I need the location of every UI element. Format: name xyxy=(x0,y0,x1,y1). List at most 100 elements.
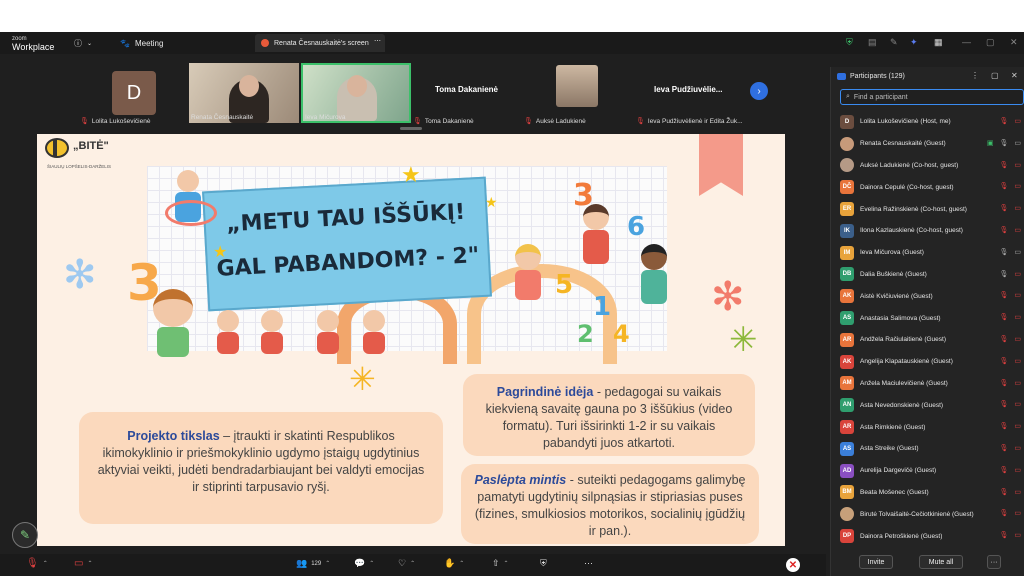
participant-row[interactable]: Birutė Tolvaišaitė-Čečiotkinienė (Guest)… xyxy=(831,503,1024,525)
chevron-up-icon[interactable]: ⌃ xyxy=(43,560,48,567)
more-options-button[interactable]: ··· xyxy=(987,555,1001,569)
participant-row[interactable]: AS Asta Streike (Guest) 🎙 ▭ xyxy=(831,438,1024,460)
end-meeting-button[interactable]: ✕ xyxy=(786,558,800,572)
participant-row[interactable]: Auksė Ladukienė (Co-host, guest) 🎙 ▭ xyxy=(831,155,1024,177)
video-off-icon[interactable]: ▭ xyxy=(1014,226,1021,234)
mic-off-icon[interactable]: 🎙 xyxy=(999,488,1008,496)
chevron-up-icon[interactable]: ⌃ xyxy=(504,560,509,567)
screen-share-tab[interactable]: Renata Česnauskaitė's screen ⋯ xyxy=(255,34,385,52)
popout-icon[interactable]: ▢ xyxy=(991,71,999,80)
minimize-icon[interactable]: — xyxy=(962,37,971,47)
participant-search-input[interactable]: ⌕ Find a participant xyxy=(840,89,1024,105)
reactions-button[interactable]: ♡ ⌃ xyxy=(398,558,415,569)
participant-row[interactable]: DP Dainora Petroškienė (Guest) 🎙 ▭ xyxy=(831,525,1024,547)
video-tile[interactable]: D 🎙 Lolita Lukoševičienė xyxy=(80,63,186,125)
participant-row[interactable]: AS Anastasia Salimova (Guest) 🎙 ▭ xyxy=(831,307,1024,329)
mic-off-icon[interactable]: 🎙 xyxy=(999,117,1008,125)
mic-off-icon[interactable]: 🎙 xyxy=(999,444,1008,452)
video-icon[interactable]: ▭ xyxy=(1014,139,1021,147)
chat-button[interactable]: 💬 ⌃ xyxy=(354,558,374,569)
notes-icon[interactable]: ▤ xyxy=(868,37,877,48)
video-off-icon[interactable]: ▭ xyxy=(1014,379,1021,387)
chevron-up-icon[interactable]: ⌃ xyxy=(410,560,415,567)
meeting-info-button[interactable]: ⓘ ⌄ xyxy=(74,36,92,50)
video-off-icon[interactable]: ▭ xyxy=(1014,531,1021,539)
whiteboard-icon[interactable]: ✎ xyxy=(890,37,898,48)
video-icon[interactable]: ▭ xyxy=(1014,248,1021,256)
video-tile[interactable]: Toma Dakanienė 🎙 Toma Dakanienė xyxy=(413,63,521,125)
mic-off-icon[interactable]: 🎙 xyxy=(999,161,1008,169)
meeting-tab[interactable]: 🐾 Meeting xyxy=(120,36,163,50)
participant-row[interactable]: ER Evelina Ražinskienė (Co-host, guest) 🎙 ▭ xyxy=(831,198,1024,220)
close-icon[interactable]: ✕ xyxy=(1011,71,1018,80)
annotate-button[interactable]: ✎ xyxy=(12,522,38,548)
participant-row[interactable]: AK Angelija Klapatauskienė (Guest) 🎙 ▭ xyxy=(831,351,1024,373)
more-icon[interactable]: ⋯ xyxy=(374,37,381,45)
participant-row[interactable]: AD Aurelija Dargevičė (Guest) 🎙 ▭ xyxy=(831,460,1024,482)
participant-row[interactable]: IM Ieva Mičurova (Guest) 🎙 ▭ xyxy=(831,242,1024,264)
close-icon[interactable]: ✕ xyxy=(1010,37,1018,48)
more-button[interactable]: ⋯ xyxy=(584,558,593,569)
video-off-icon[interactable]: ▭ xyxy=(1014,204,1021,212)
video-off-icon[interactable]: ▭ xyxy=(1014,357,1021,365)
mic-off-icon[interactable]: 🎙 xyxy=(999,291,1008,299)
video-off-icon[interactable]: ▭ xyxy=(1014,400,1021,408)
mic-off-icon[interactable]: 🎙 xyxy=(999,226,1008,234)
participant-row[interactable]: Renata Česnauskaitė (Guest) ▣ 🎙 ▭ xyxy=(831,133,1024,155)
participant-row[interactable]: IK Ilona Kazlauskienė (Co-host, guest) 🎙 ▭ xyxy=(831,220,1024,242)
maximize-icon[interactable]: ▢ xyxy=(986,37,995,48)
security-button[interactable]: ⛨ xyxy=(540,558,547,569)
resize-handle[interactable] xyxy=(400,127,422,130)
video-off-icon[interactable]: ▭ xyxy=(1014,488,1021,496)
video-off-icon[interactable]: ▭ xyxy=(1014,270,1021,278)
participant-row[interactable]: DČ Dainora Čepulė (Co-host, guest) 🎙 ▭ xyxy=(831,176,1024,198)
mic-icon[interactable]: 🎙 xyxy=(999,248,1008,256)
mic-off-icon[interactable]: 🎙 xyxy=(999,335,1008,343)
video-tile[interactable]: Renata Česnauskaitė xyxy=(189,63,299,123)
video-off-icon[interactable]: ▭ xyxy=(1014,466,1021,474)
mic-off-icon[interactable]: 🎙 xyxy=(999,313,1008,321)
mic-off-icon[interactable]: 🎙 xyxy=(999,379,1008,387)
mic-off-icon[interactable]: 🎙 xyxy=(999,182,1008,190)
video-off-icon[interactable]: ▭ xyxy=(1014,444,1021,452)
chevron-up-icon[interactable]: ⌃ xyxy=(459,560,464,567)
mic-off-icon[interactable]: 🎙 xyxy=(999,509,1008,517)
video-off-icon[interactable]: ▭ xyxy=(1014,422,1021,430)
participants-button[interactable]: 👥 129 ⌃ xyxy=(296,558,330,569)
mute-all-button[interactable]: Mute all xyxy=(919,555,963,569)
participant-row[interactable]: DB Dalia Buškienė (Guest) 🎙 ▭ xyxy=(831,264,1024,286)
participant-row[interactable]: AR Asta Rimkienė (Guest) 🎙 ▭ xyxy=(831,416,1024,438)
invite-button[interactable]: Invite xyxy=(859,555,893,569)
mic-off-icon[interactable]: 🎙 xyxy=(999,400,1008,408)
participant-row[interactable]: BM Beata Mošenec (Guest) 🎙 ▭ xyxy=(831,482,1024,504)
video-off-icon[interactable]: ▭ xyxy=(1014,509,1021,517)
calendar-icon[interactable]: ▦ xyxy=(934,37,943,48)
participant-row[interactable]: AR Andželа Račiulaitienė (Guest) 🎙 ▭ xyxy=(831,329,1024,351)
participant-row[interactable]: AN Asta Nevedonskienė (Guest) 🎙 ▭ xyxy=(831,394,1024,416)
video-tile[interactable]: 🎙 Auksė Ladukienė xyxy=(524,63,632,125)
ai-companion-icon[interactable]: ✦ xyxy=(910,37,918,48)
next-page-button[interactable]: › xyxy=(750,82,768,100)
mic-off-icon[interactable]: 🎙 xyxy=(999,422,1008,430)
video-tile[interactable]: Ieva Pudžiuvėlie... 🎙 Ieva Pudžiuvėlienė … xyxy=(636,63,746,125)
more-icon[interactable]: ⋮ xyxy=(971,71,979,80)
raise-hand-button[interactable]: ✋ ⌃ xyxy=(444,558,464,569)
chevron-up-icon[interactable]: ⌃ xyxy=(325,560,330,567)
video-tile-active-speaker[interactable]: Ieva Mičurova xyxy=(301,63,411,123)
video-off-icon[interactable]: ▭ xyxy=(1014,182,1021,190)
video-off-icon[interactable]: ▭ xyxy=(1014,313,1021,321)
mic-icon[interactable]: 🎙 xyxy=(999,139,1008,147)
chevron-up-icon[interactable]: ⌃ xyxy=(369,560,374,567)
mic-off-icon[interactable]: 🎙 xyxy=(999,204,1008,212)
video-off-icon[interactable]: ▭ xyxy=(1014,291,1021,299)
participant-row[interactable]: AM Anžela Maciulevičienė (Guest) 🎙 ▭ xyxy=(831,373,1024,395)
video-off-icon[interactable]: ▭ xyxy=(1014,161,1021,169)
start-video-button[interactable]: ▭ ⌃ xyxy=(74,558,92,569)
video-off-icon[interactable]: ▭ xyxy=(1014,117,1021,125)
share-screen-button[interactable]: ⇧ ⌃ xyxy=(492,558,509,569)
participant-row[interactable]: D Lolita Lukoševičienė (Host, me) 🎙 ▭ xyxy=(831,111,1024,133)
unmute-button[interactable]: 🎙 ⌃ xyxy=(26,558,48,569)
mic-off-icon[interactable]: 🎙 xyxy=(999,357,1008,365)
chevron-up-icon[interactable]: ⌃ xyxy=(87,560,92,567)
mic-off-icon[interactable]: 🎙 xyxy=(999,531,1008,539)
